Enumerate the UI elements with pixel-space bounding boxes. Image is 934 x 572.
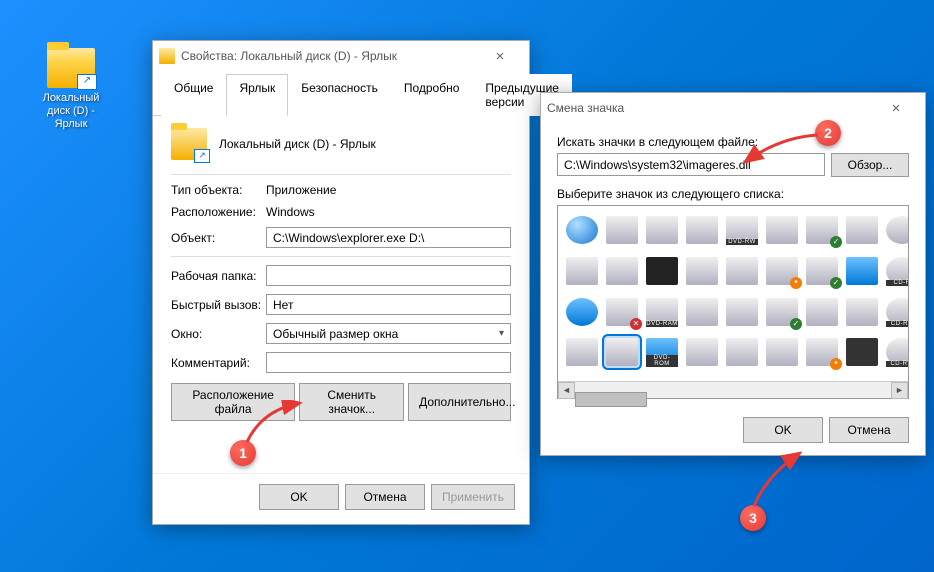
icon-drive[interactable] xyxy=(686,298,718,326)
icon-drive[interactable] xyxy=(686,257,718,285)
callout-3: 3 xyxy=(740,505,766,531)
icon-camera[interactable] xyxy=(726,257,758,285)
label-shortcut-key: Быстрый вызов: xyxy=(171,298,266,312)
label-startin: Рабочая папка: xyxy=(171,269,266,283)
icon-network[interactable] xyxy=(566,216,598,244)
icon-floppy[interactable] xyxy=(566,338,598,366)
icon-drive-ok[interactable] xyxy=(766,298,798,326)
titlebar[interactable]: Смена значка × xyxy=(541,93,925,123)
label-comment: Комментарий: xyxy=(171,356,266,370)
tab-details[interactable]: Подробно xyxy=(391,74,473,116)
scroll-right-button[interactable]: ► xyxy=(891,382,908,399)
callout-1: 1 xyxy=(230,440,256,466)
icon-drive[interactable] xyxy=(686,338,718,366)
value-location: Windows xyxy=(266,205,315,219)
label-run: Окно: xyxy=(171,327,266,341)
select-run-value: Обычный размер окна xyxy=(273,327,398,341)
input-shortcut-key[interactable] xyxy=(266,294,511,315)
close-button[interactable]: × xyxy=(873,93,919,123)
icon-path-input[interactable] xyxy=(557,153,825,176)
icon-drive[interactable] xyxy=(806,298,838,326)
label-location: Расположение: xyxy=(171,205,266,219)
change-icon-button[interactable]: Сменить значок... xyxy=(299,383,404,421)
change-icon-dialog: Смена значка × Искать значки в следующем… xyxy=(540,92,926,456)
icon-cdrw[interactable] xyxy=(886,338,908,366)
icon-drive[interactable] xyxy=(606,257,638,285)
horizontal-scrollbar[interactable]: ◄ ► xyxy=(558,381,908,398)
scroll-left-button[interactable]: ◄ xyxy=(558,382,575,399)
icon-drive-warn[interactable] xyxy=(766,257,798,285)
icon-drive-selected[interactable] xyxy=(606,338,638,366)
input-target[interactable] xyxy=(266,227,511,248)
icon-fax[interactable] xyxy=(766,338,798,366)
properties-window: Свойства: Локальный диск (D) - Ярлык × О… xyxy=(152,40,530,525)
open-file-location-button[interactable]: Расположение файла xyxy=(171,383,295,421)
icon-drive-warn[interactable] xyxy=(806,338,838,366)
icon-help[interactable] xyxy=(566,298,598,326)
label-target: Объект: xyxy=(171,231,266,245)
icon-disc[interactable] xyxy=(886,216,908,244)
icon-drive[interactable] xyxy=(726,298,758,326)
icon-chip[interactable] xyxy=(646,257,678,285)
tab-security[interactable]: Безопасность xyxy=(288,74,391,116)
value-target-type: Приложение xyxy=(266,183,336,197)
icon-list: ◄ ► xyxy=(557,205,909,399)
window-title: Свойства: Локальный диск (D) - Ярлык xyxy=(181,49,397,63)
icon-printer[interactable] xyxy=(846,216,878,244)
icon-folder[interactable] xyxy=(566,257,598,285)
select-run[interactable]: Обычный размер окна ▾ xyxy=(266,323,511,344)
icon-recycle[interactable] xyxy=(846,257,878,285)
icon-dvdram[interactable] xyxy=(646,298,678,326)
icon-floppy[interactable] xyxy=(606,216,638,244)
callout-2: 2 xyxy=(815,120,841,146)
close-button[interactable]: × xyxy=(477,41,523,71)
select-icon-label: Выберите значок из следующего списка: xyxy=(557,187,909,201)
cancel-button[interactable]: Отмена xyxy=(829,417,909,443)
icon-drive-ok[interactable] xyxy=(806,257,838,285)
tab-shortcut[interactable]: Ярлык xyxy=(226,74,288,116)
icon-sd[interactable] xyxy=(846,338,878,366)
input-startin[interactable] xyxy=(266,265,511,286)
window-title: Смена значка xyxy=(547,101,624,115)
icon-dvdrom[interactable] xyxy=(646,338,678,366)
titlebar[interactable]: Свойства: Локальный диск (D) - Ярлык × xyxy=(153,41,529,71)
icon-drive-fail[interactable] xyxy=(606,298,638,326)
icon-dvdrw[interactable] xyxy=(726,216,758,244)
icon-media[interactable] xyxy=(846,298,878,326)
ok-button[interactable]: OK xyxy=(259,484,339,510)
icon-drive[interactable] xyxy=(726,338,758,366)
shortcut-name: Локальный диск (D) - Ярлык xyxy=(219,137,376,151)
icon-cdr[interactable] xyxy=(886,257,908,285)
icon-cdrom[interactable] xyxy=(886,298,908,326)
desktop-icon-label: Локальный диск (D) - Ярлык xyxy=(35,92,107,131)
tab-general[interactable]: Общие xyxy=(161,74,226,116)
folder-shortcut-icon xyxy=(159,48,175,64)
icon-drive[interactable] xyxy=(646,216,678,244)
icon-drive-ok[interactable] xyxy=(806,216,838,244)
folder-shortcut-icon xyxy=(47,48,95,88)
desktop-shortcut-icon[interactable]: Локальный диск (D) - Ярлык xyxy=(35,48,107,131)
cancel-button[interactable]: Отмена xyxy=(345,484,425,510)
advanced-button[interactable]: Дополнительно... xyxy=(408,383,511,421)
label-target-type: Тип объекта: xyxy=(171,183,266,197)
icon-drive[interactable] xyxy=(766,216,798,244)
apply-button[interactable]: Применить xyxy=(431,484,515,510)
icon-drive[interactable] xyxy=(686,216,718,244)
chevron-down-icon: ▾ xyxy=(499,328,504,339)
look-for-label: Искать значки в следующем файле: xyxy=(557,135,909,149)
browse-button[interactable]: Обзор... xyxy=(831,153,909,177)
input-comment[interactable] xyxy=(266,352,511,373)
shortcut-icon xyxy=(171,128,207,160)
tabs: Общие Ярлык Безопасность Подробно Предыд… xyxy=(153,73,529,116)
ok-button[interactable]: OK xyxy=(743,417,823,443)
